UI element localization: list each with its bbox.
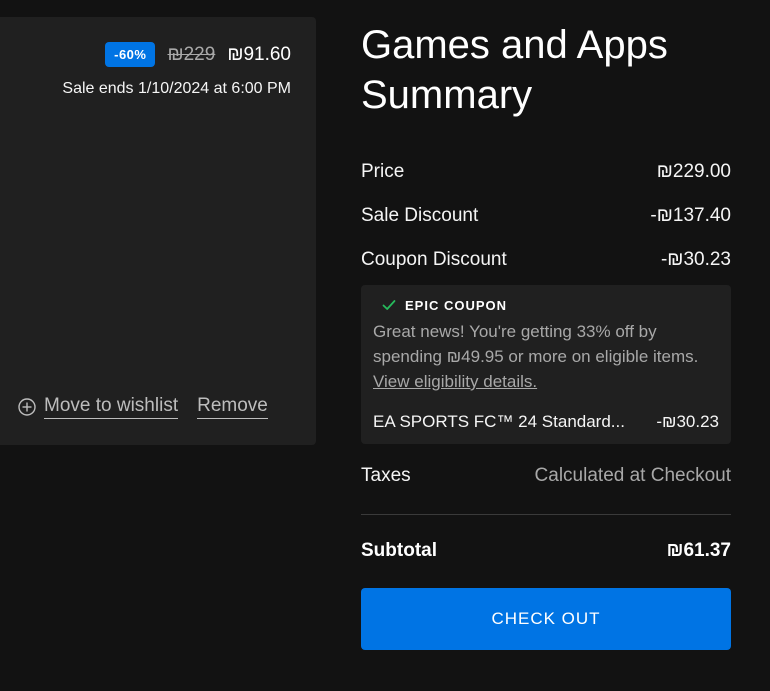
order-summary: Games and Apps Summary Price ₪229.00 Sal… bbox=[361, 0, 731, 650]
item-actions: Move to wishlist Remove bbox=[18, 395, 268, 419]
move-to-wishlist-label: Move to wishlist bbox=[44, 395, 179, 419]
coupon-description: Great news! You're getting 33% off by sp… bbox=[373, 319, 719, 394]
coupon-discount-label: Coupon Discount bbox=[361, 249, 507, 270]
coupon-heading: EPIC COUPON bbox=[405, 297, 508, 313]
remove-label: Remove bbox=[197, 395, 268, 419]
move-to-wishlist-button[interactable]: Move to wishlist bbox=[18, 395, 179, 419]
discount-badge: -60% bbox=[105, 42, 156, 67]
coupon-item-name: EA SPORTS FC™ 24 Standard... bbox=[373, 412, 625, 431]
remove-button[interactable]: Remove bbox=[197, 395, 268, 419]
sale-discount-line: Sale Discount -₪137.40 bbox=[361, 194, 731, 238]
price-label: Price bbox=[361, 161, 405, 182]
coupon-discount-value: -₪30.23 bbox=[660, 249, 731, 270]
coupon-heading-row: EPIC COUPON bbox=[373, 297, 719, 313]
check-icon bbox=[382, 300, 396, 310]
checkout-button[interactable]: CHECK OUT bbox=[361, 588, 731, 650]
price-line: Price ₪229.00 bbox=[361, 150, 731, 194]
sale-ends-text: Sale ends 1/10/2024 at 6:00 PM bbox=[62, 80, 291, 97]
sale-discount-label: Sale Discount bbox=[361, 205, 479, 226]
coupon-discount-line: Coupon Discount -₪30.23 bbox=[361, 238, 731, 282]
subtotal-value: ₪61.37 bbox=[666, 540, 731, 561]
subtotal-line: Subtotal ₪61.37 bbox=[361, 529, 731, 573]
coupon-box: EPIC COUPON Great news! You're getting 3… bbox=[361, 285, 731, 444]
plus-circle-icon bbox=[18, 398, 36, 416]
coupon-item-value: -₪30.23 bbox=[656, 412, 719, 431]
taxes-label: Taxes bbox=[361, 465, 411, 486]
coupon-text: Great news! You're getting 33% off by sp… bbox=[373, 322, 699, 366]
taxes-value: Calculated at Checkout bbox=[534, 465, 731, 486]
cart-item-card: -60% ₪229 ₪91.60 Sale ends 1/10/2024 at … bbox=[0, 17, 316, 445]
taxes-line: Taxes Calculated at Checkout bbox=[361, 454, 731, 498]
item-price-row: -60% ₪229 ₪91.60 bbox=[105, 42, 291, 67]
sale-discount-value: -₪137.40 bbox=[650, 205, 731, 226]
summary-title: Games and Apps Summary bbox=[361, 23, 668, 117]
summary-divider bbox=[361, 514, 731, 515]
sale-price: ₪91.60 bbox=[227, 43, 291, 65]
summary-lines: Price ₪229.00 Sale Discount -₪137.40 Cou… bbox=[361, 150, 731, 650]
price-value: ₪229.00 bbox=[656, 161, 731, 182]
subtotal-label: Subtotal bbox=[361, 540, 437, 561]
view-eligibility-link[interactable]: View eligibility details. bbox=[373, 372, 537, 391]
coupon-item-row: EA SPORTS FC™ 24 Standard... -₪30.23 bbox=[373, 412, 719, 432]
original-price: ₪229 bbox=[167, 43, 216, 65]
